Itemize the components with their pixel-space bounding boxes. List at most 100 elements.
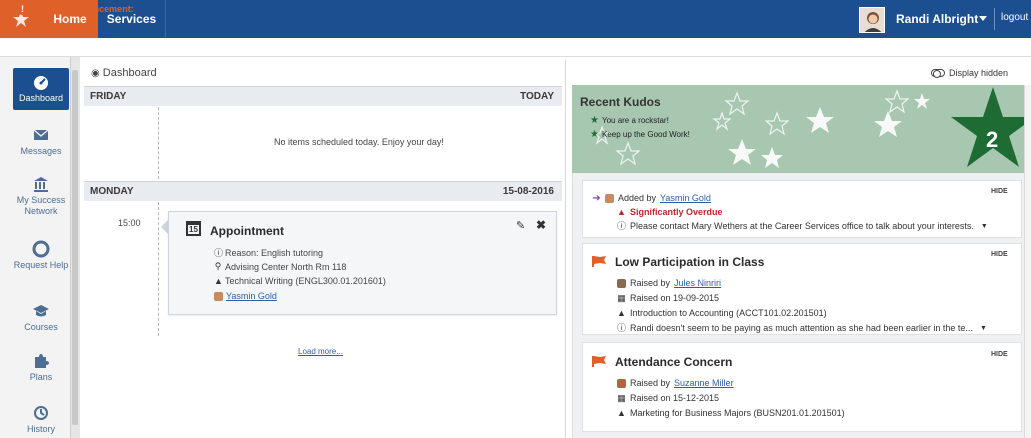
sidebar-item-history[interactable]: History	[13, 404, 69, 435]
calendar-icon: ▦	[617, 292, 626, 303]
info-icon: ⓘ	[617, 220, 627, 231]
appointment-time: 15:00	[118, 218, 141, 228]
divider	[994, 8, 995, 30]
message-row: ⓘ Please contact Mary Wethers at the Car…	[617, 221, 988, 231]
flag-icon	[592, 356, 606, 367]
avatar	[605, 193, 614, 203]
sidebar-item-messages[interactable]: Messages	[13, 126, 69, 157]
course-row: ▲ Marketing for Business Majors (BUSN201…	[617, 408, 845, 418]
sidebar-scrollbar-thumb[interactable]	[72, 70, 78, 425]
info-icon: ⓘ	[617, 322, 627, 333]
pencil-icon[interactable]: ✎	[516, 219, 525, 232]
hide-button[interactable]: HIDE	[991, 188, 1008, 195]
hide-button[interactable]: HIDE	[991, 351, 1008, 358]
graduation-cap-icon: ▲	[214, 276, 223, 286]
calendar-icon: ▦	[617, 392, 626, 403]
avatar	[617, 378, 626, 388]
graduation-cap-icon	[33, 305, 49, 317]
message-text: Randi doesn't seem to be paying as much …	[630, 323, 973, 333]
close-icon[interactable]: ✖	[536, 218, 546, 232]
dashboard-icon	[34, 76, 48, 90]
person-link[interactable]: Yasmin Gold	[660, 193, 711, 203]
sidebar-item-plans[interactable]: Plans	[13, 352, 69, 383]
chevron-down-icon[interactable]: ▼	[981, 223, 988, 230]
map-marker-icon: ⚲	[214, 261, 222, 271]
person-link[interactable]: Suzanne Miller	[674, 378, 734, 388]
appointment-course: ▲ Technical Writing (ENGL300.01.201601)	[214, 276, 386, 286]
course-text: Technical Writing (ENGL300.01.201601)	[225, 276, 386, 286]
raised-by-label: Raised by	[630, 378, 671, 388]
display-hidden-label: Display hidden	[949, 68, 1009, 78]
institution-icon	[34, 177, 48, 192]
raised-by-row: Raised by Jules Ninriri	[617, 278, 721, 288]
calendar-icon: 15	[186, 221, 201, 236]
page-title: ◉ Dashboard	[91, 67, 157, 79]
raised-by-row: Raised by Suzanne Miller	[617, 378, 734, 388]
date-label: 15-08-2016	[502, 186, 554, 197]
alert-title: Low Participation in Class	[615, 255, 765, 269]
course-text: Marketing for Business Majors (BUSN201.0…	[630, 408, 845, 418]
kudos-text: You are a rockstar!	[601, 116, 669, 125]
announcement-label[interactable]: System Announcement:	[31, 4, 134, 14]
timeline-line	[158, 107, 159, 179]
alert-title: Attendance Concern	[615, 355, 733, 369]
sidebar-item-label: Request Help	[13, 260, 69, 270]
puzzle-icon	[35, 354, 49, 368]
sidebar-item-label: Courses	[24, 322, 58, 332]
announcement-bar	[0, 38, 1031, 57]
kudos-title: Recent Kudos	[580, 95, 661, 109]
person-link[interactable]: Yasmin Gold	[226, 291, 277, 301]
user-name[interactable]: Randi Albright	[896, 12, 978, 26]
sidebar-item-label: Dashboard	[18, 93, 64, 103]
right-scrollbar[interactable]	[1024, 85, 1031, 438]
sidebar-item-label: My Success Network	[16, 195, 66, 216]
raised-on-row: ▦ Raised on 19-09-2015	[617, 293, 719, 303]
raised-by-label: Raised by	[630, 278, 671, 288]
message-row: ⓘ Randi doesn't seem to be paying as muc…	[617, 323, 987, 333]
course-row: ▲ Introduction to Accounting (ACCT101.02…	[617, 308, 827, 318]
sidebar-item-request-help[interactable]: Request Help	[13, 240, 69, 271]
chevron-down-icon[interactable]	[979, 16, 987, 21]
dashboard-icon: ◉	[91, 68, 100, 79]
sidebar-item-my-success-network[interactable]: My Success Network	[13, 175, 69, 217]
sidebar-item-label: History	[26, 424, 55, 434]
divider	[565, 60, 566, 438]
day-label: FRIDAY	[90, 91, 127, 102]
day-label: MONDAY	[90, 186, 134, 197]
graduation-cap-icon: ▲	[617, 407, 626, 418]
sidebar-item-courses[interactable]: Courses	[13, 302, 69, 333]
user-avatar[interactable]	[859, 7, 885, 33]
reason-text: Reason: English tutoring	[225, 247, 324, 258]
toggle-icon	[931, 69, 945, 78]
kudos-item: ★ Keep up the Good Work!	[590, 129, 690, 140]
load-more-link[interactable]: Load more...	[298, 347, 343, 356]
kudos-item: ★ You are a rockstar!	[590, 115, 669, 126]
location-text: Advising Center North Rm 118	[225, 261, 347, 272]
status-badge: Significantly Overdue	[630, 207, 723, 217]
history-icon	[34, 406, 48, 420]
flag-icon	[592, 256, 606, 267]
logout-link[interactable]: logout	[1001, 12, 1028, 23]
sign-in-icon: ➔	[592, 192, 601, 204]
timeline-line	[158, 202, 159, 336]
lifebuoy-icon	[32, 240, 50, 258]
graduation-cap-icon: ▲	[617, 307, 626, 318]
display-hidden-toggle[interactable]: Display hidden	[931, 68, 1008, 78]
sidebar-item-label: Plans	[29, 372, 53, 382]
appointment-title: Appointment	[210, 224, 284, 238]
message-text: Please contact Mary Wethers at the Caree…	[630, 221, 974, 231]
person-link[interactable]: Jules Ninriri	[674, 278, 721, 288]
day-header-friday: FRIDAY TODAY	[84, 86, 562, 106]
sidebar-item-dashboard[interactable]: Dashboard	[13, 68, 69, 110]
sidebar-item-label: Messages	[20, 146, 62, 156]
kudos-count[interactable]: 2	[986, 127, 998, 153]
avatar	[617, 278, 626, 288]
chevron-down-icon[interactable]: ▼	[980, 325, 987, 332]
appointment-reason: ⓘ Reason: English tutoring	[214, 246, 323, 259]
hide-button[interactable]: HIDE	[991, 251, 1008, 258]
info-icon: ⓘ	[214, 248, 224, 258]
star-icon: ★	[590, 129, 599, 140]
day-header-monday: MONDAY 15-08-2016	[84, 181, 562, 201]
today-label: TODAY	[520, 91, 554, 102]
appointment-person: Yasmin Gold	[214, 291, 277, 301]
